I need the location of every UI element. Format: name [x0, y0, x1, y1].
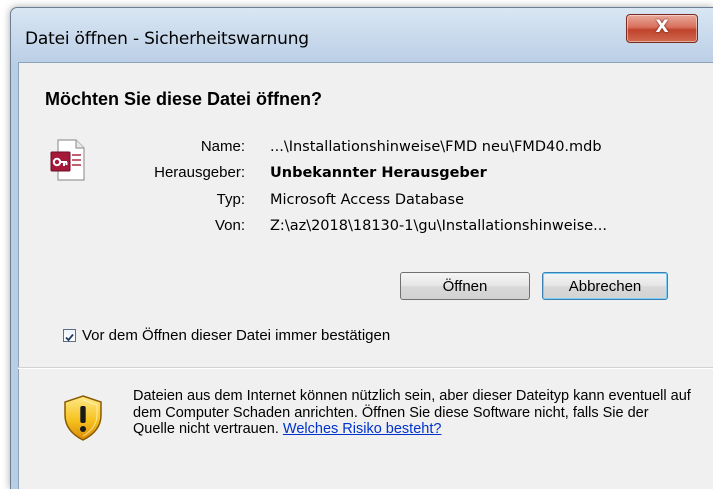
open-button[interactable]: Öffnen [400, 272, 530, 300]
warning-message: Dateien aus dem Internet können nützlich… [133, 388, 693, 438]
detail-label-publisher: Herausgeber: [154, 164, 245, 181]
detail-value-publisher: Unbekannter Herausgeber [270, 165, 487, 181]
detail-value-from: Z:\az\2018\18130-1\gu\Installationshinwe… [270, 218, 608, 234]
detail-value-type: Microsoft Access Database [270, 192, 465, 208]
security-shield-warning-icon [64, 395, 102, 441]
detail-label-name: Name: [200, 138, 245, 155]
detail-value-name: ...\Installationshinweise\FMD neu\FMD40.… [270, 139, 602, 155]
close-button[interactable]: X [626, 14, 698, 43]
dialog-heading: Möchten Sie diese Datei öffnen? [45, 89, 323, 109]
section-divider [18, 367, 713, 369]
always-confirm-label: Vor dem Öffnen dieser Datei immer bestät… [82, 327, 391, 344]
window-title: Datei öffnen - Sicherheitswarnung [25, 29, 309, 49]
close-icon: X [655, 17, 669, 37]
always-confirm-checkbox[interactable] [63, 329, 76, 342]
risk-info-link[interactable]: Welches Risiko besteht? [283, 421, 442, 437]
detail-label-type: Typ: [216, 191, 245, 208]
cancel-button[interactable]: Abbrechen [542, 272, 668, 300]
checkmark-icon [65, 333, 74, 342]
detail-label-from: Von: [214, 217, 245, 234]
